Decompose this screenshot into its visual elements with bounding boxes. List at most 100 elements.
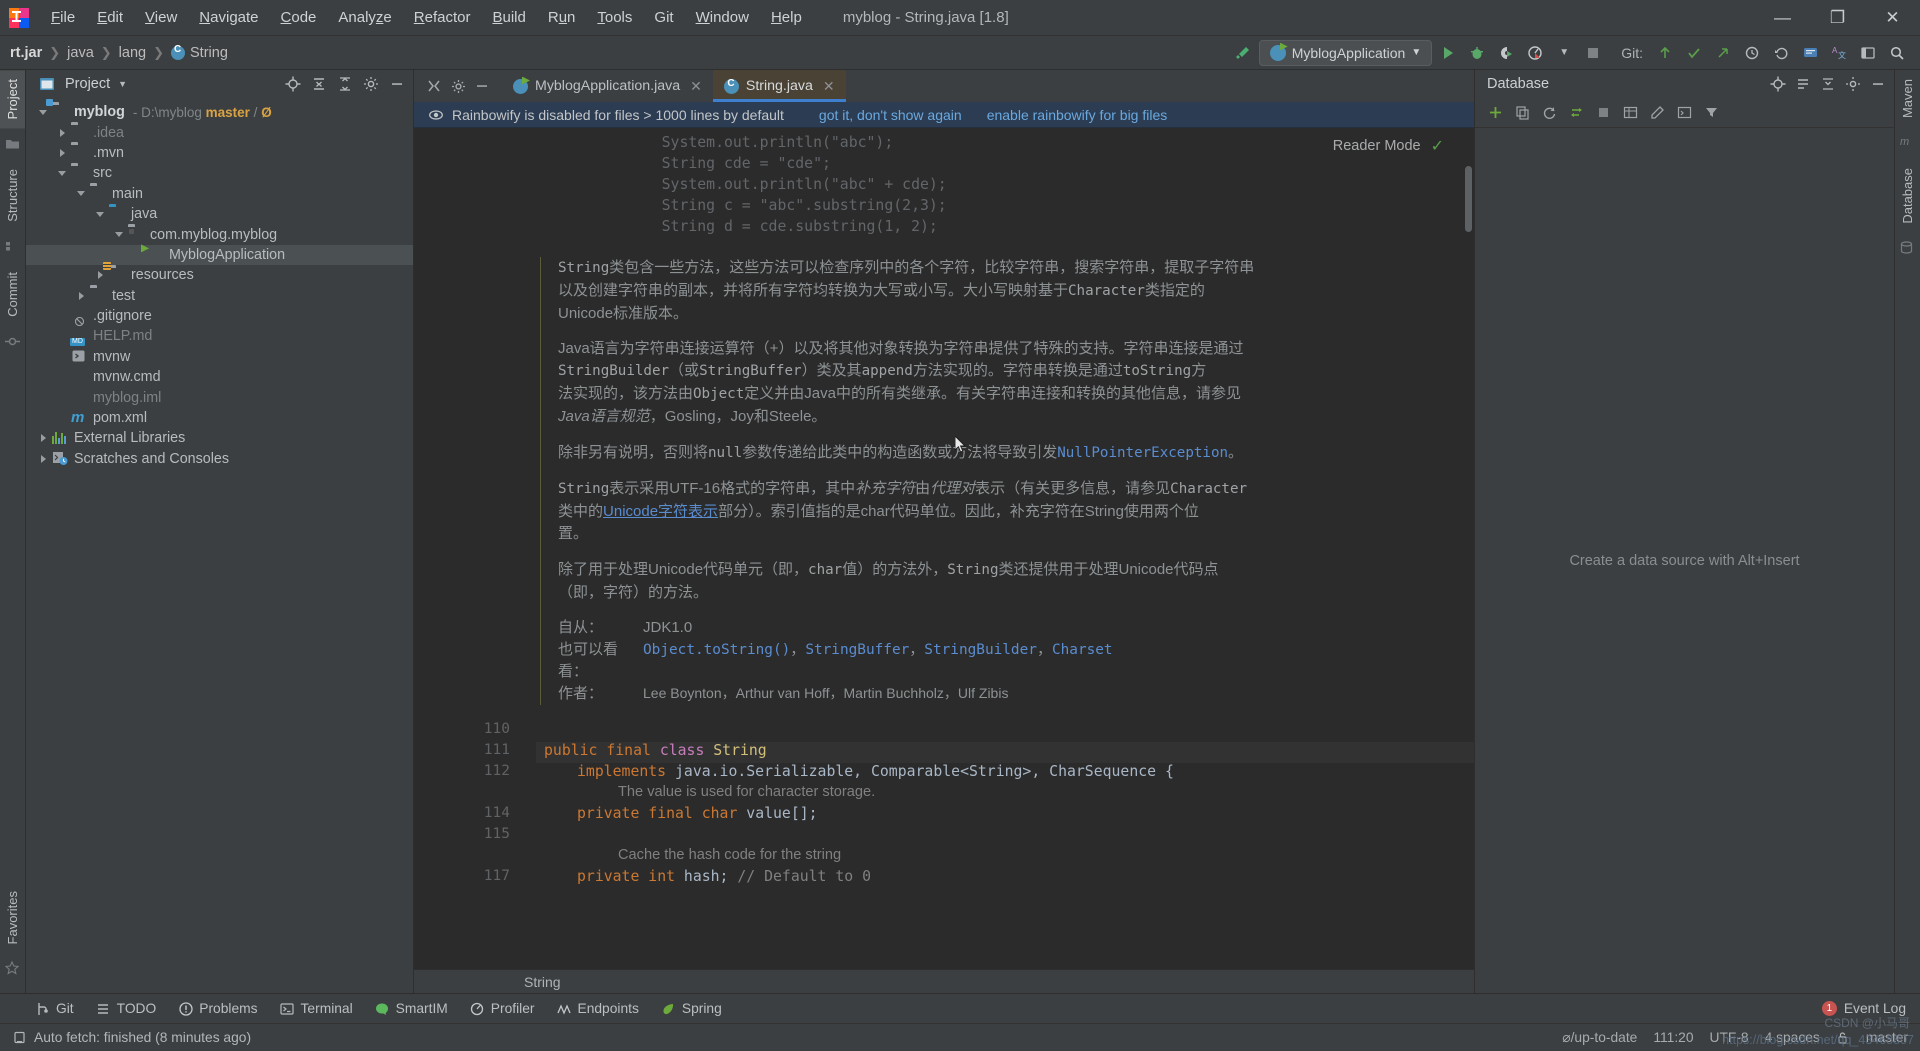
- duplicate-icon[interactable]: [1510, 101, 1534, 125]
- code-line[interactable]: The value is used for character storage.: [562, 784, 1474, 805]
- tree-item-external-libraries[interactable]: External Libraries: [26, 428, 413, 448]
- folder-icon[interactable]: [5, 136, 21, 152]
- settings-gear-icon[interactable]: [448, 76, 468, 96]
- tool-window-profiler[interactable]: Profiler: [461, 998, 544, 1019]
- code-line[interactable]: private int hash; // Default to 0: [536, 868, 1474, 889]
- push-icon[interactable]: [1710, 40, 1736, 66]
- structure-icon[interactable]: [5, 239, 21, 255]
- tree-item-myblogapplication[interactable]: MyblogApplication: [26, 244, 413, 266]
- tree-item-myblog[interactable]: myblog - D:\myblog master / Ø: [26, 102, 413, 122]
- chevron-down-icon[interactable]: [53, 170, 71, 176]
- tree-item-help-md[interactable]: MD HELP.md: [26, 326, 413, 346]
- hide-panel-icon[interactable]: [386, 74, 407, 95]
- locate-icon[interactable]: [282, 74, 303, 95]
- editor-scrollbar[interactable]: [1465, 166, 1472, 232]
- expand-icon[interactable]: [334, 74, 355, 95]
- chevron-down-icon[interactable]: [110, 232, 128, 238]
- tree-item-com-myblog-myblog[interactable]: com.myblog.myblog: [26, 224, 413, 244]
- tree-item-mvnw[interactable]: mvnw: [26, 347, 413, 367]
- edit-icon[interactable]: [1645, 101, 1669, 125]
- menu-item-view[interactable]: View: [134, 6, 188, 29]
- tree-item-idea[interactable]: .idea: [26, 122, 413, 142]
- tree-item-test[interactable]: test: [26, 286, 413, 306]
- chevron-down-icon[interactable]: [34, 109, 52, 115]
- rail-tab-favorites[interactable]: Favorites: [0, 882, 25, 953]
- menu-item-tools[interactable]: Tools: [586, 6, 643, 29]
- filter-icon[interactable]: [1699, 101, 1723, 125]
- breadcrumb-item-java[interactable]: java: [67, 45, 94, 61]
- menu-item-navigate[interactable]: Navigate: [188, 6, 269, 29]
- tree-item-resources[interactable]: resources: [26, 265, 413, 285]
- tool-window-git[interactable]: Git: [26, 998, 83, 1019]
- code-line[interactable]: private final char value[];: [536, 805, 1474, 826]
- code-content[interactable]: Reader Mode ✓ System.out.println("abc");…: [524, 128, 1474, 969]
- update-project-icon[interactable]: [1652, 40, 1678, 66]
- chevron-right-icon[interactable]: [53, 128, 71, 137]
- code-line[interactable]: [536, 721, 1474, 742]
- code-line[interactable]: Cache the hash code for the string: [562, 847, 1474, 868]
- breadcrumb-item-string[interactable]: String: [190, 45, 228, 61]
- collapse-all-icon[interactable]: [308, 74, 329, 95]
- javadoc-see-link[interactable]: StringBuffer: [805, 642, 909, 658]
- group-icon[interactable]: [1792, 74, 1813, 95]
- star-icon[interactable]: [4, 960, 21, 977]
- profiler-icon[interactable]: [1522, 40, 1548, 66]
- rollback-icon[interactable]: [1768, 40, 1794, 66]
- stop-icon[interactable]: [1591, 101, 1615, 125]
- tree-item-gitignore[interactable]: .gitignore: [26, 306, 413, 326]
- tree-item-pom-xml[interactable]: m pom.xml: [26, 408, 413, 428]
- hide-panel-icon[interactable]: [1867, 74, 1888, 95]
- menu-item-refactor[interactable]: Refactor: [403, 6, 482, 29]
- menu-item-window[interactable]: Window: [685, 6, 760, 29]
- notification-enable-link[interactable]: enable rainbowify for big files: [987, 107, 1168, 123]
- maximize-button[interactable]: ❐: [1810, 0, 1865, 36]
- refresh-icon[interactable]: [1537, 101, 1561, 125]
- translate-icon[interactable]: A文: [1826, 40, 1852, 66]
- close-tab-icon[interactable]: ✕: [690, 78, 702, 95]
- close-tab-icon[interactable]: ✕: [823, 78, 835, 95]
- chevron-down-icon[interactable]: ▼: [1551, 40, 1577, 66]
- split-editor-icon[interactable]: [424, 76, 444, 96]
- query-console-icon[interactable]: [1672, 101, 1696, 125]
- run-with-coverage-icon[interactable]: [1493, 40, 1519, 66]
- locate-icon[interactable]: [1767, 74, 1788, 95]
- sync-icon[interactable]: [1564, 101, 1588, 125]
- tree-item-myblog-iml[interactable]: myblog.iml: [26, 387, 413, 407]
- tool-window-smartim[interactable]: SmartIM: [366, 998, 457, 1019]
- doc-link[interactable]: Unicode字符表示: [603, 503, 718, 520]
- tree-item-scratches-and-consoles[interactable]: Scratches and Consoles: [26, 449, 413, 469]
- tool-window-endpoints[interactable]: Endpoints: [548, 998, 648, 1019]
- chevron-down-icon[interactable]: [72, 191, 90, 197]
- chevron-right-icon[interactable]: [91, 271, 109, 280]
- menu-item-analyze[interactable]: Analyze: [327, 6, 402, 29]
- rail-tab-project[interactable]: Project: [0, 70, 25, 129]
- code-line[interactable]: implements java.io.Serializable, Compara…: [536, 763, 1474, 784]
- tree-item-main[interactable]: main: [26, 184, 413, 204]
- caret-position[interactable]: 111:20: [1653, 1030, 1693, 1045]
- code-line[interactable]: [536, 826, 1474, 847]
- tree-item-java[interactable]: java: [26, 204, 413, 224]
- chevron-right-icon[interactable]: [34, 434, 52, 443]
- rail-tab-commit[interactable]: Commit: [0, 263, 25, 326]
- tool-window-terminal[interactable]: Terminal: [271, 998, 362, 1019]
- table-icon[interactable]: [1618, 101, 1642, 125]
- tool-window-spring[interactable]: Spring: [652, 998, 731, 1019]
- tool-window-todo[interactable]: TODO: [87, 998, 166, 1019]
- menu-item-build[interactable]: Build: [481, 6, 536, 29]
- debug-icon[interactable]: [1464, 40, 1490, 66]
- collapse-all-icon[interactable]: [1817, 74, 1838, 95]
- exception-link[interactable]: NullPointerException: [1057, 445, 1228, 461]
- javadoc-see-link[interactable]: Charset: [1052, 642, 1113, 658]
- settings-gear-icon[interactable]: [1842, 74, 1863, 95]
- chevron-right-icon[interactable]: [34, 454, 52, 463]
- tree-item-src[interactable]: src: [26, 163, 413, 183]
- git-status-indicator[interactable]: ⌀/up-to-date: [1562, 1030, 1637, 1046]
- layout-settings-icon[interactable]: [1855, 40, 1881, 66]
- stop-icon[interactable]: [1580, 40, 1606, 66]
- tree-item-mvnw-cmd[interactable]: mvnw.cmd: [26, 367, 413, 387]
- javadoc-see-link[interactable]: Object.toString(): [643, 642, 790, 658]
- hide-editor-icon[interactable]: [472, 76, 492, 96]
- chevron-down-icon[interactable]: [91, 211, 109, 217]
- breadcrumb-item-lang[interactable]: lang: [119, 45, 146, 61]
- add-datasource-icon[interactable]: [1483, 101, 1507, 125]
